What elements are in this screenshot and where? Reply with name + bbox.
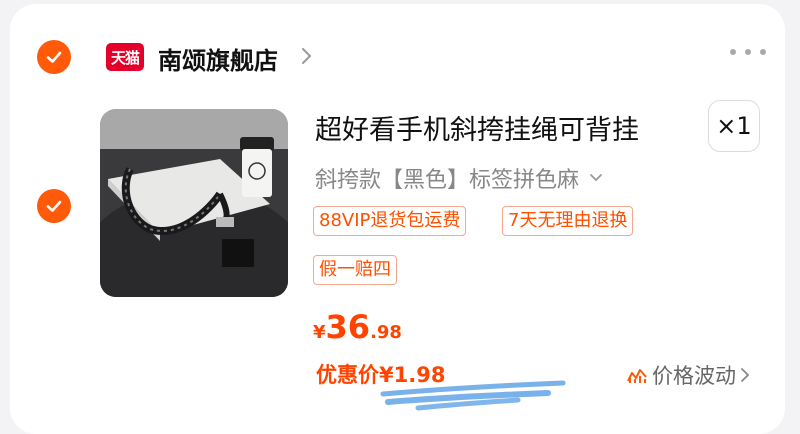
price-currency: ¥ <box>313 322 326 343</box>
product-title[interactable]: 超好看手机斜挎挂绳可背挂 <box>315 108 639 147</box>
service-tag-7day-return: 7天无理由退换 <box>502 206 634 236</box>
chevron-right-icon <box>741 368 750 382</box>
service-tag-88vip: 88VIP退货包运费 <box>313 206 467 236</box>
price-fluctuation-label: 价格波动 <box>652 364 736 388</box>
shop-name-link[interactable]: 南颂旗舰店 <box>158 41 278 76</box>
highlight-scribble <box>380 380 566 411</box>
shop-select-checkbox[interactable] <box>37 40 71 74</box>
sku-selector[interactable]: 斜挎款【黑色】标签拼色麻 <box>315 162 603 194</box>
product-image[interactable] <box>100 109 288 297</box>
price-decimal: .98 <box>370 322 402 343</box>
more-dots-icon[interactable] <box>728 46 768 58</box>
price-chart-icon <box>627 369 647 383</box>
chevron-right-icon[interactable] <box>300 46 314 66</box>
quantity-button[interactable]: ×1 <box>708 100 760 152</box>
price-fluctuation-link[interactable]: 价格波动 <box>626 360 750 390</box>
sku-text: 斜挎款【黑色】标签拼色麻 <box>315 168 580 193</box>
checkmark-icon <box>46 200 62 212</box>
product-photo <box>100 109 288 297</box>
item-select-checkbox[interactable] <box>37 189 71 223</box>
tmall-logo: 天猫 <box>106 43 144 71</box>
product-price: ¥36.98 <box>313 308 402 346</box>
chevron-down-icon <box>590 174 602 182</box>
checkmark-icon <box>46 51 62 63</box>
service-tag-fake-compensation: 假一赔四 <box>313 255 397 285</box>
price-integer: 36 <box>325 308 371 346</box>
